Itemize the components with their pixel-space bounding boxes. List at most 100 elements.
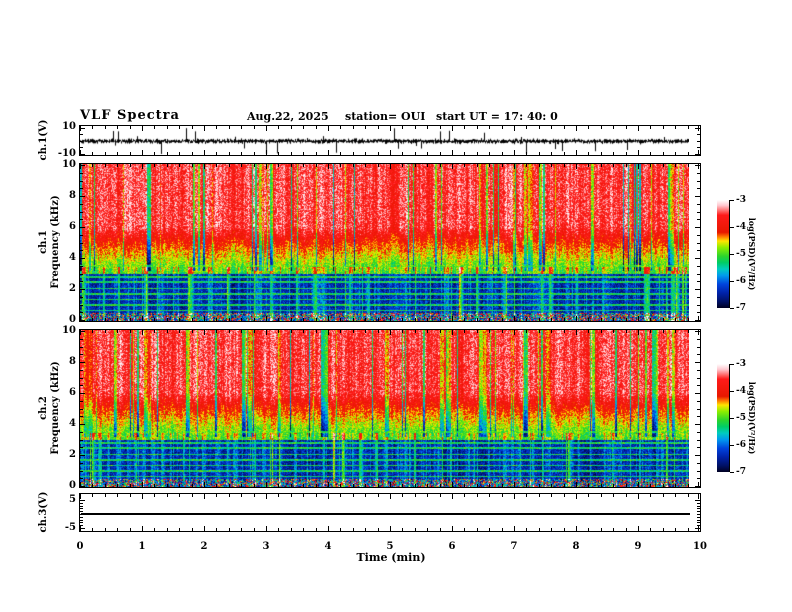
- x-axis-tick: [241, 528, 242, 531]
- y-axis-tick: [80, 281, 83, 282]
- x-axis-tick: [390, 150, 391, 155]
- x-axis-tick: [204, 330, 205, 335]
- colorbar-tick-label: -6: [736, 440, 746, 450]
- x-axis-tick: [576, 126, 577, 131]
- ch1-spectrogram-panel: [79, 163, 701, 322]
- y-axis-tick: [80, 511, 83, 512]
- x-axis-tick: [601, 484, 602, 487]
- y-axis-tick: [697, 274, 700, 275]
- x-axis-tick: [551, 164, 552, 167]
- x-axis-tick: [303, 330, 304, 333]
- colorbar-tick-label: -6: [736, 276, 746, 286]
- x-axis-tick: [241, 126, 242, 129]
- colorbar-tick: [730, 281, 734, 282]
- x-axis-tick: [489, 152, 490, 155]
- x-axis-tick: [452, 330, 453, 335]
- x-axis-tick: [675, 126, 676, 129]
- x-axis-tick: [675, 152, 676, 155]
- x-axis-tick: [502, 152, 503, 155]
- y-axis-tick: [697, 134, 700, 135]
- y-axis-tick: [695, 320, 700, 321]
- x-axis-tick: [316, 152, 317, 155]
- y-axis-tick: [80, 378, 83, 379]
- x-axis-tick: [266, 494, 267, 499]
- x-tick-label: 4: [324, 541, 332, 552]
- x-axis-tick: [477, 318, 478, 321]
- x-axis-tick: [204, 150, 205, 155]
- x-axis-tick: [650, 152, 651, 155]
- x-axis-tick: [254, 330, 255, 333]
- colorbar-tick: [730, 364, 734, 365]
- x-axis-tick: [105, 330, 106, 333]
- x-axis-tick: [588, 126, 589, 129]
- x-axis-tick: [340, 528, 341, 531]
- x-axis-tick: [192, 126, 193, 129]
- x-axis-tick: [452, 494, 453, 499]
- x-axis-tick: [204, 126, 205, 131]
- x-axis-tick: [266, 482, 267, 487]
- y-axis-tick: [697, 173, 700, 174]
- x-axis-tick: [92, 164, 93, 167]
- x-axis-tick: [328, 126, 329, 131]
- colorbar-tick: [730, 391, 734, 392]
- x-axis-tick: [626, 484, 627, 487]
- x-axis-tick: [378, 330, 379, 333]
- x-axis-tick: [390, 164, 391, 169]
- y-tick-label: 10: [62, 159, 76, 170]
- y-axis-tick: [80, 354, 83, 355]
- x-axis-tick: [365, 494, 366, 497]
- x-axis-tick: [514, 526, 515, 531]
- x-axis-tick: [154, 494, 155, 497]
- y-axis-tick: [697, 219, 700, 220]
- x-axis-tick: [179, 330, 180, 333]
- x-tick-label: 2: [200, 541, 208, 552]
- x-axis-tick: [588, 152, 589, 155]
- x-axis-tick: [167, 152, 168, 155]
- y-axis-tick: [697, 212, 700, 213]
- x-axis-tick: [241, 330, 242, 333]
- x-axis-tick: [378, 494, 379, 497]
- x-axis-tick: [402, 318, 403, 321]
- x-axis-tick: [638, 482, 639, 487]
- x-axis-tick: [663, 528, 664, 531]
- x-axis-tick: [80, 494, 81, 499]
- x-axis-tick: [477, 494, 478, 497]
- ch2-spectrogram-channel-title: ch.2: [38, 396, 49, 420]
- y-tick-label: 10: [62, 325, 76, 336]
- x-axis-tick: [316, 318, 317, 321]
- x-axis-tick: [551, 330, 552, 333]
- x-tick-label: 9: [634, 541, 642, 552]
- x-axis-tick: [638, 526, 639, 531]
- x-axis-tick: [340, 484, 341, 487]
- x-axis-tick: [192, 164, 193, 167]
- x-axis-tick: [204, 482, 205, 487]
- x-axis-tick: [105, 152, 106, 155]
- x-axis-tick: [229, 318, 230, 321]
- x-axis-tick: [576, 150, 577, 155]
- y-axis-tick: [80, 297, 83, 298]
- x-axis-tick: [514, 494, 515, 499]
- x-axis-tick: [477, 484, 478, 487]
- x-axis-tick: [489, 318, 490, 321]
- y-axis-tick: [80, 370, 83, 371]
- y-axis-tick: [80, 514, 83, 515]
- x-axis-tick: [588, 484, 589, 487]
- x-axis-tick: [229, 152, 230, 155]
- x-axis-tick: [266, 316, 267, 321]
- y-axis-tick: [80, 432, 83, 433]
- x-axis-tick: [167, 318, 168, 321]
- x-axis-tick: [390, 526, 391, 531]
- x-axis-tick: [638, 494, 639, 499]
- y-axis-tick: [697, 478, 700, 479]
- x-axis-tick: [229, 126, 230, 129]
- colorbar-tick: [730, 227, 734, 228]
- x-axis-tick: [514, 482, 515, 487]
- x-axis-tick: [440, 318, 441, 321]
- y-axis-tick: [697, 235, 700, 236]
- y-axis-tick: [695, 500, 700, 501]
- x-axis-tick: [514, 126, 515, 131]
- y-axis-tick: [80, 528, 85, 529]
- y-tick-label: 8: [69, 190, 76, 201]
- x-axis-tick: [316, 126, 317, 129]
- x-axis-tick: [613, 152, 614, 155]
